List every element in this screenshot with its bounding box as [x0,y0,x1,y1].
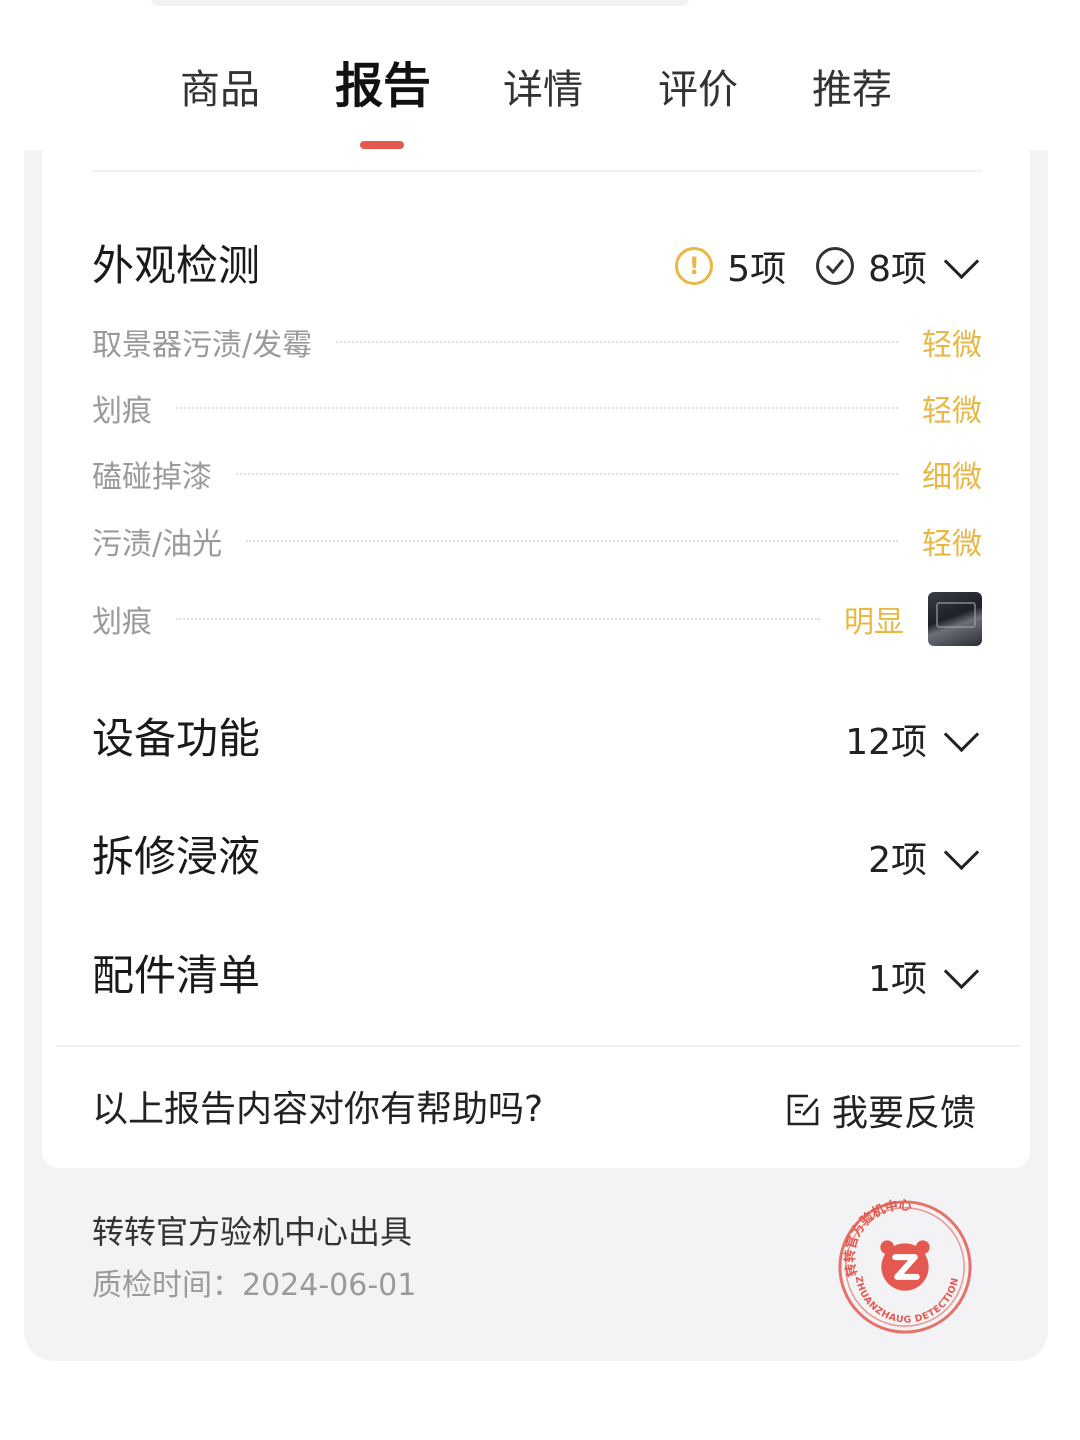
check-item-severity: 轻微 [922,527,982,562]
section-repair[interactable]: 拆修浸液 2项 [92,822,982,892]
inspection-seal-stamp: 转转官方验机中心 ZHUANZHAUG DETECTION [838,1198,972,1334]
tab-bar: 商品 报告 详情 评价 推荐 [0,58,1080,160]
tab-recommend[interactable]: 推荐 [812,60,892,120]
tab-details[interactable]: 详情 [503,60,583,120]
check-item-row: 磕碰掉漆 细微 [92,449,982,499]
section-summary: 12项 [845,704,982,774]
section-title: 外观检测 [92,241,261,290]
check-item-label: 磕碰掉漆 [92,460,212,495]
inspection-date-value: 2024-06-01 [242,1268,417,1303]
section-summary: 1项 [868,941,982,1011]
warning-circle-icon: ! [675,247,714,285]
section-summary: 2项 [868,822,982,892]
feedback-question: 以上报告内容对你有帮助吗? [92,1089,544,1130]
feedback-divider [56,1045,1020,1047]
section-summary: ! 5项 8项 [675,231,982,301]
check-item-row: 划痕 明显 [92,590,982,648]
check-item-severity: 轻微 [922,328,982,363]
pass-count: 8项 [868,249,927,290]
section-title: 拆修浸液 [92,832,261,881]
check-item-label: 取景器污渍/发霉 [92,328,313,363]
check-item-label: 划痕 [92,605,152,640]
check-item-label: 污渍/油光 [92,527,223,562]
dotted-leader [236,473,898,475]
check-item-row: 污渍/油光 轻微 [92,516,982,566]
issuer-text: 转转官方验机中心出具 [92,1213,413,1251]
item-count: 12项 [845,722,927,763]
dotted-leader [336,341,898,343]
check-item-row: 取景器污渍/发霉 轻微 [92,317,982,367]
inspection-date: 质检时间：2024-06-01 [92,1262,416,1310]
chevron-down-icon[interactable] [943,834,980,870]
chevron-down-icon[interactable] [943,243,980,279]
chevron-down-icon[interactable] [943,953,980,989]
feedback-button-label: 我要反馈 [831,1093,976,1134]
check-item-severity: 轻微 [922,394,982,429]
check-item-severity: 明显 [844,605,904,640]
dotted-leader [176,407,898,409]
dotted-leader [176,618,820,620]
section-appearance[interactable]: 外观检测 ! 5项 8项 [92,231,982,301]
chevron-down-icon[interactable] [943,716,980,752]
defect-photo-thumbnail[interactable] [928,592,982,646]
top-drag-handle [150,0,690,6]
warning-count: 5项 [727,249,787,290]
section-title: 设备功能 [92,714,261,763]
section-accessories[interactable]: 配件清单 1项 [92,941,982,1011]
feedback-button[interactable]: 我要反馈 [786,1082,976,1138]
check-circle-icon [816,247,855,285]
report-card [42,150,1030,1168]
tab-report[interactable]: 报告 [335,56,431,116]
card-top-divider [92,170,982,172]
check-item-row: 划痕 轻微 [92,383,982,433]
item-count: 2项 [868,840,927,881]
check-item-label: 划痕 [92,394,152,429]
edit-icon [787,1094,819,1126]
section-function[interactable]: 设备功能 12项 [92,704,982,774]
check-item-severity: 细微 [922,460,982,495]
tab-reviews[interactable]: 评价 [658,60,738,120]
active-tab-indicator [360,141,404,149]
dotted-leader [246,540,898,542]
item-count: 1项 [868,959,927,1000]
inspection-date-label: 质检时间： [92,1268,242,1303]
section-title: 配件清单 [92,951,261,1000]
tab-product[interactable]: 商品 [180,60,260,120]
